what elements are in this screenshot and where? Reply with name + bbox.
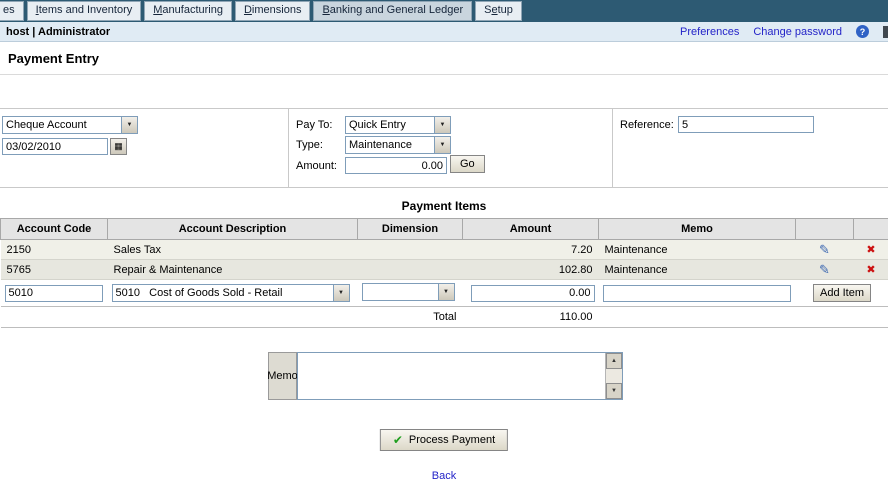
chevron-down-icon: ▼	[437, 284, 454, 300]
tab-dimensions[interactable]: Dimensions	[234, 1, 311, 21]
header-divider	[0, 74, 888, 75]
scrollbar[interactable]: ▲ ▼	[605, 353, 622, 399]
user-bar: host | Administrator Preferences Change …	[0, 22, 888, 42]
go-button[interactable]: Go	[450, 155, 485, 173]
user-info: host | Administrator	[6, 25, 111, 38]
new-item-row: 5010 Cost of Goods Sold - Retail ▼ ▼ Add…	[0, 279, 888, 307]
page-title: Payment Entry	[8, 51, 100, 66]
col-amount: Amount	[462, 218, 599, 240]
tab-manufacturing[interactable]: Manufacturing	[144, 1, 232, 21]
memo-label: Memo	[267, 352, 298, 400]
new-memo-input[interactable]	[602, 284, 791, 302]
scroll-up-icon[interactable]: ▲	[606, 353, 622, 369]
tab-setup[interactable]: Setup	[475, 1, 522, 21]
col-account-description: Account Description	[107, 218, 358, 240]
chevron-down-icon: ▼	[121, 117, 137, 133]
cell-account-description: Sales Tax	[107, 239, 358, 260]
process-payment-label: Process Payment	[408, 434, 496, 446]
calendar-button[interactable]: ▦	[110, 138, 127, 155]
cell-account-description: Repair & Maintenance	[107, 259, 358, 280]
amount-input[interactable]	[345, 157, 447, 174]
form-divider	[288, 109, 289, 187]
cell-memo: Maintenance	[598, 259, 796, 280]
reference-input[interactable]	[678, 116, 814, 133]
memo-textarea[interactable]: ▲ ▼	[297, 352, 623, 400]
table-header-row: Account Code Account Description Dimensi…	[0, 218, 888, 240]
col-edit	[795, 218, 854, 240]
table-row: 5765 Repair & Maintenance 102.80 Mainten…	[0, 259, 888, 280]
chevron-down-icon: ▼	[434, 137, 450, 153]
type-value: Maintenance	[349, 139, 412, 151]
new-amount-input[interactable]	[470, 284, 595, 302]
memo-section: Memo ▲ ▼	[267, 352, 623, 400]
cell-dimension	[357, 259, 463, 280]
chevron-down-icon: ▼	[434, 117, 450, 133]
type-select[interactable]: Maintenance ▼	[345, 136, 451, 154]
cell-amount: 7.20	[462, 239, 599, 260]
col-memo: Memo	[598, 218, 796, 240]
col-dimension: Dimension	[357, 218, 463, 240]
process-payment-button[interactable]: ✔ Process Payment	[379, 429, 509, 451]
add-item-button[interactable]: Add Item	[812, 284, 872, 302]
exit-icon[interactable]	[883, 25, 888, 38]
tab-sales[interactable]: es	[0, 1, 24, 21]
tab-label: Setup	[484, 4, 513, 16]
calendar-icon: ▦	[114, 141, 123, 151]
main-nav: es Items and Inventory Manufacturing Dim…	[0, 0, 888, 22]
cell-memo: Maintenance	[598, 239, 796, 260]
pay-to-value: Quick Entry	[349, 119, 406, 131]
change-password-link[interactable]: Change password	[753, 26, 842, 38]
pay-to-select[interactable]: Quick Entry ▼	[345, 116, 451, 134]
total-row: Total 110.00	[0, 306, 888, 328]
new-account-description-value: 5010 Cost of Goods Sold - Retail	[115, 287, 283, 299]
tab-banking-and-general-ledger[interactable]: Banking and General Ledger	[313, 1, 473, 21]
cell-account-code: 2150	[0, 239, 108, 260]
col-account-code: Account Code	[0, 218, 108, 240]
delete-icon[interactable]: ✖	[866, 244, 875, 256]
back-link-wrap: Back	[0, 470, 888, 482]
pay-to-label: Pay To:	[296, 119, 333, 131]
tab-label: Dimensions	[243, 4, 302, 16]
payment-form: Cheque Account ▼ ▦ Pay To: Quick Entry ▼…	[0, 108, 888, 188]
tab-label: es	[3, 4, 15, 16]
scroll-down-icon[interactable]: ▼	[606, 383, 622, 399]
help-icon[interactable]: ?	[856, 25, 869, 38]
new-account-description-select[interactable]: 5010 Cost of Goods Sold - Retail ▼	[111, 284, 350, 302]
type-label: Type:	[296, 139, 323, 151]
check-icon: ✔	[392, 433, 403, 447]
reference-label: Reference:	[620, 119, 674, 131]
new-dimension-value	[363, 284, 438, 300]
total-value: 110.00	[462, 306, 599, 328]
delete-icon[interactable]: ✖	[866, 264, 875, 276]
table-row: 2150 Sales Tax 7.20 Maintenance ✎ ✖	[0, 239, 888, 260]
edit-icon[interactable]: ✎	[819, 262, 830, 277]
preferences-link[interactable]: Preferences	[680, 26, 739, 38]
new-dimension-select[interactable]: ▼	[361, 283, 455, 301]
payment-items-table: Account Code Account Description Dimensi…	[0, 218, 888, 328]
new-account-code-input[interactable]	[4, 284, 103, 302]
cell-dimension	[357, 239, 463, 260]
tab-items-and-inventory[interactable]: Items and Inventory	[26, 1, 142, 21]
bank-account-value: Cheque Account	[6, 119, 87, 131]
back-link[interactable]: Back	[432, 470, 456, 482]
chevron-down-icon: ▼	[332, 285, 349, 301]
col-delete	[853, 218, 888, 240]
cell-amount: 102.80	[462, 259, 599, 280]
bank-account-select[interactable]: Cheque Account ▼	[2, 116, 138, 134]
cell-account-code: 5765	[0, 259, 108, 280]
date-input[interactable]	[2, 138, 108, 155]
total-label: Total	[0, 306, 463, 328]
tab-label: Manufacturing	[153, 4, 223, 16]
tab-label: Banking and General Ledger	[322, 4, 464, 16]
edit-icon[interactable]: ✎	[819, 242, 830, 257]
payment-items-title: Payment Items	[401, 199, 487, 213]
form-divider	[612, 109, 613, 187]
tab-label: Items and Inventory	[35, 4, 133, 16]
amount-label: Amount:	[296, 160, 337, 172]
